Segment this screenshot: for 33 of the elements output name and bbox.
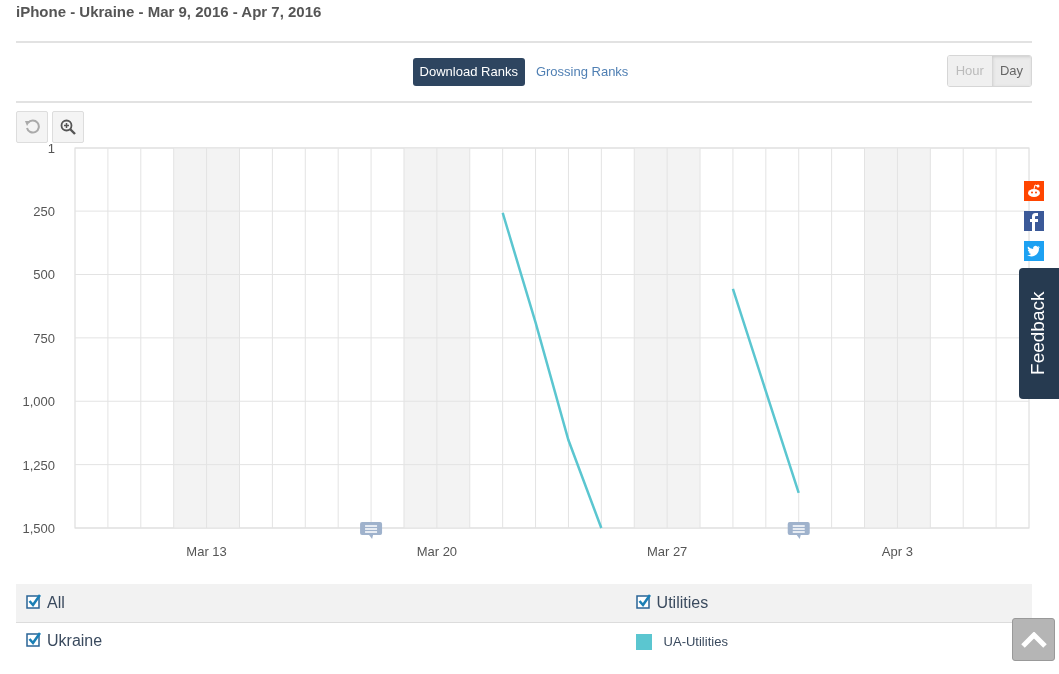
twitter-icon[interactable]: [1024, 241, 1044, 261]
y-axis-label: 250: [33, 204, 55, 220]
comment-icon[interactable]: [787, 522, 810, 539]
y-axis-label: 1,500: [22, 521, 55, 536]
filter-label: Utilities: [656, 593, 709, 611]
facebook-icon[interactable]: [1024, 211, 1044, 231]
rank-tab[interactable]: Download Ranks: [412, 58, 525, 86]
reset-icon: [24, 119, 40, 135]
zoom-in-button[interactable]: [52, 111, 84, 143]
x-axis-label: Apr 3: [881, 544, 913, 559]
comment-icon[interactable]: [360, 522, 383, 539]
y-axis-label: 1,000: [22, 394, 55, 410]
zoom-in-icon: [60, 119, 76, 135]
x-axis-label: Mar 27: [646, 544, 688, 559]
feedback-tab[interactable]: Feedback: [1019, 268, 1059, 399]
y-axis-label: 1: [47, 143, 55, 156]
back-to-top-button[interactable]: [1012, 618, 1055, 661]
country-label: Ukraine: [47, 632, 103, 650]
y-axis-label: 500: [33, 267, 55, 283]
reddit-icon[interactable]: [1024, 181, 1044, 201]
checkbox[interactable]: [26, 593, 41, 609]
filter-label: All: [47, 593, 65, 611]
y-axis-label: 1,250: [22, 457, 55, 473]
checkbox[interactable]: [635, 593, 651, 609]
x-axis-label: Mar 20: [416, 544, 458, 559]
rank-tab[interactable]: Grossing Ranks: [528, 58, 636, 86]
checkbox[interactable]: [26, 632, 41, 648]
page-title: iPhone - Ukraine - Mar 9, 2016 - Apr 7, 2016: [16, 3, 323, 22]
y-axis-label: 750: [33, 330, 55, 346]
series-label: UA-Utilities: [663, 634, 728, 650]
x-axis-label: Mar 13: [186, 544, 227, 559]
chevron-up-icon: [1020, 631, 1047, 648]
granularity-toggle[interactable]: Day: [991, 56, 1031, 86]
